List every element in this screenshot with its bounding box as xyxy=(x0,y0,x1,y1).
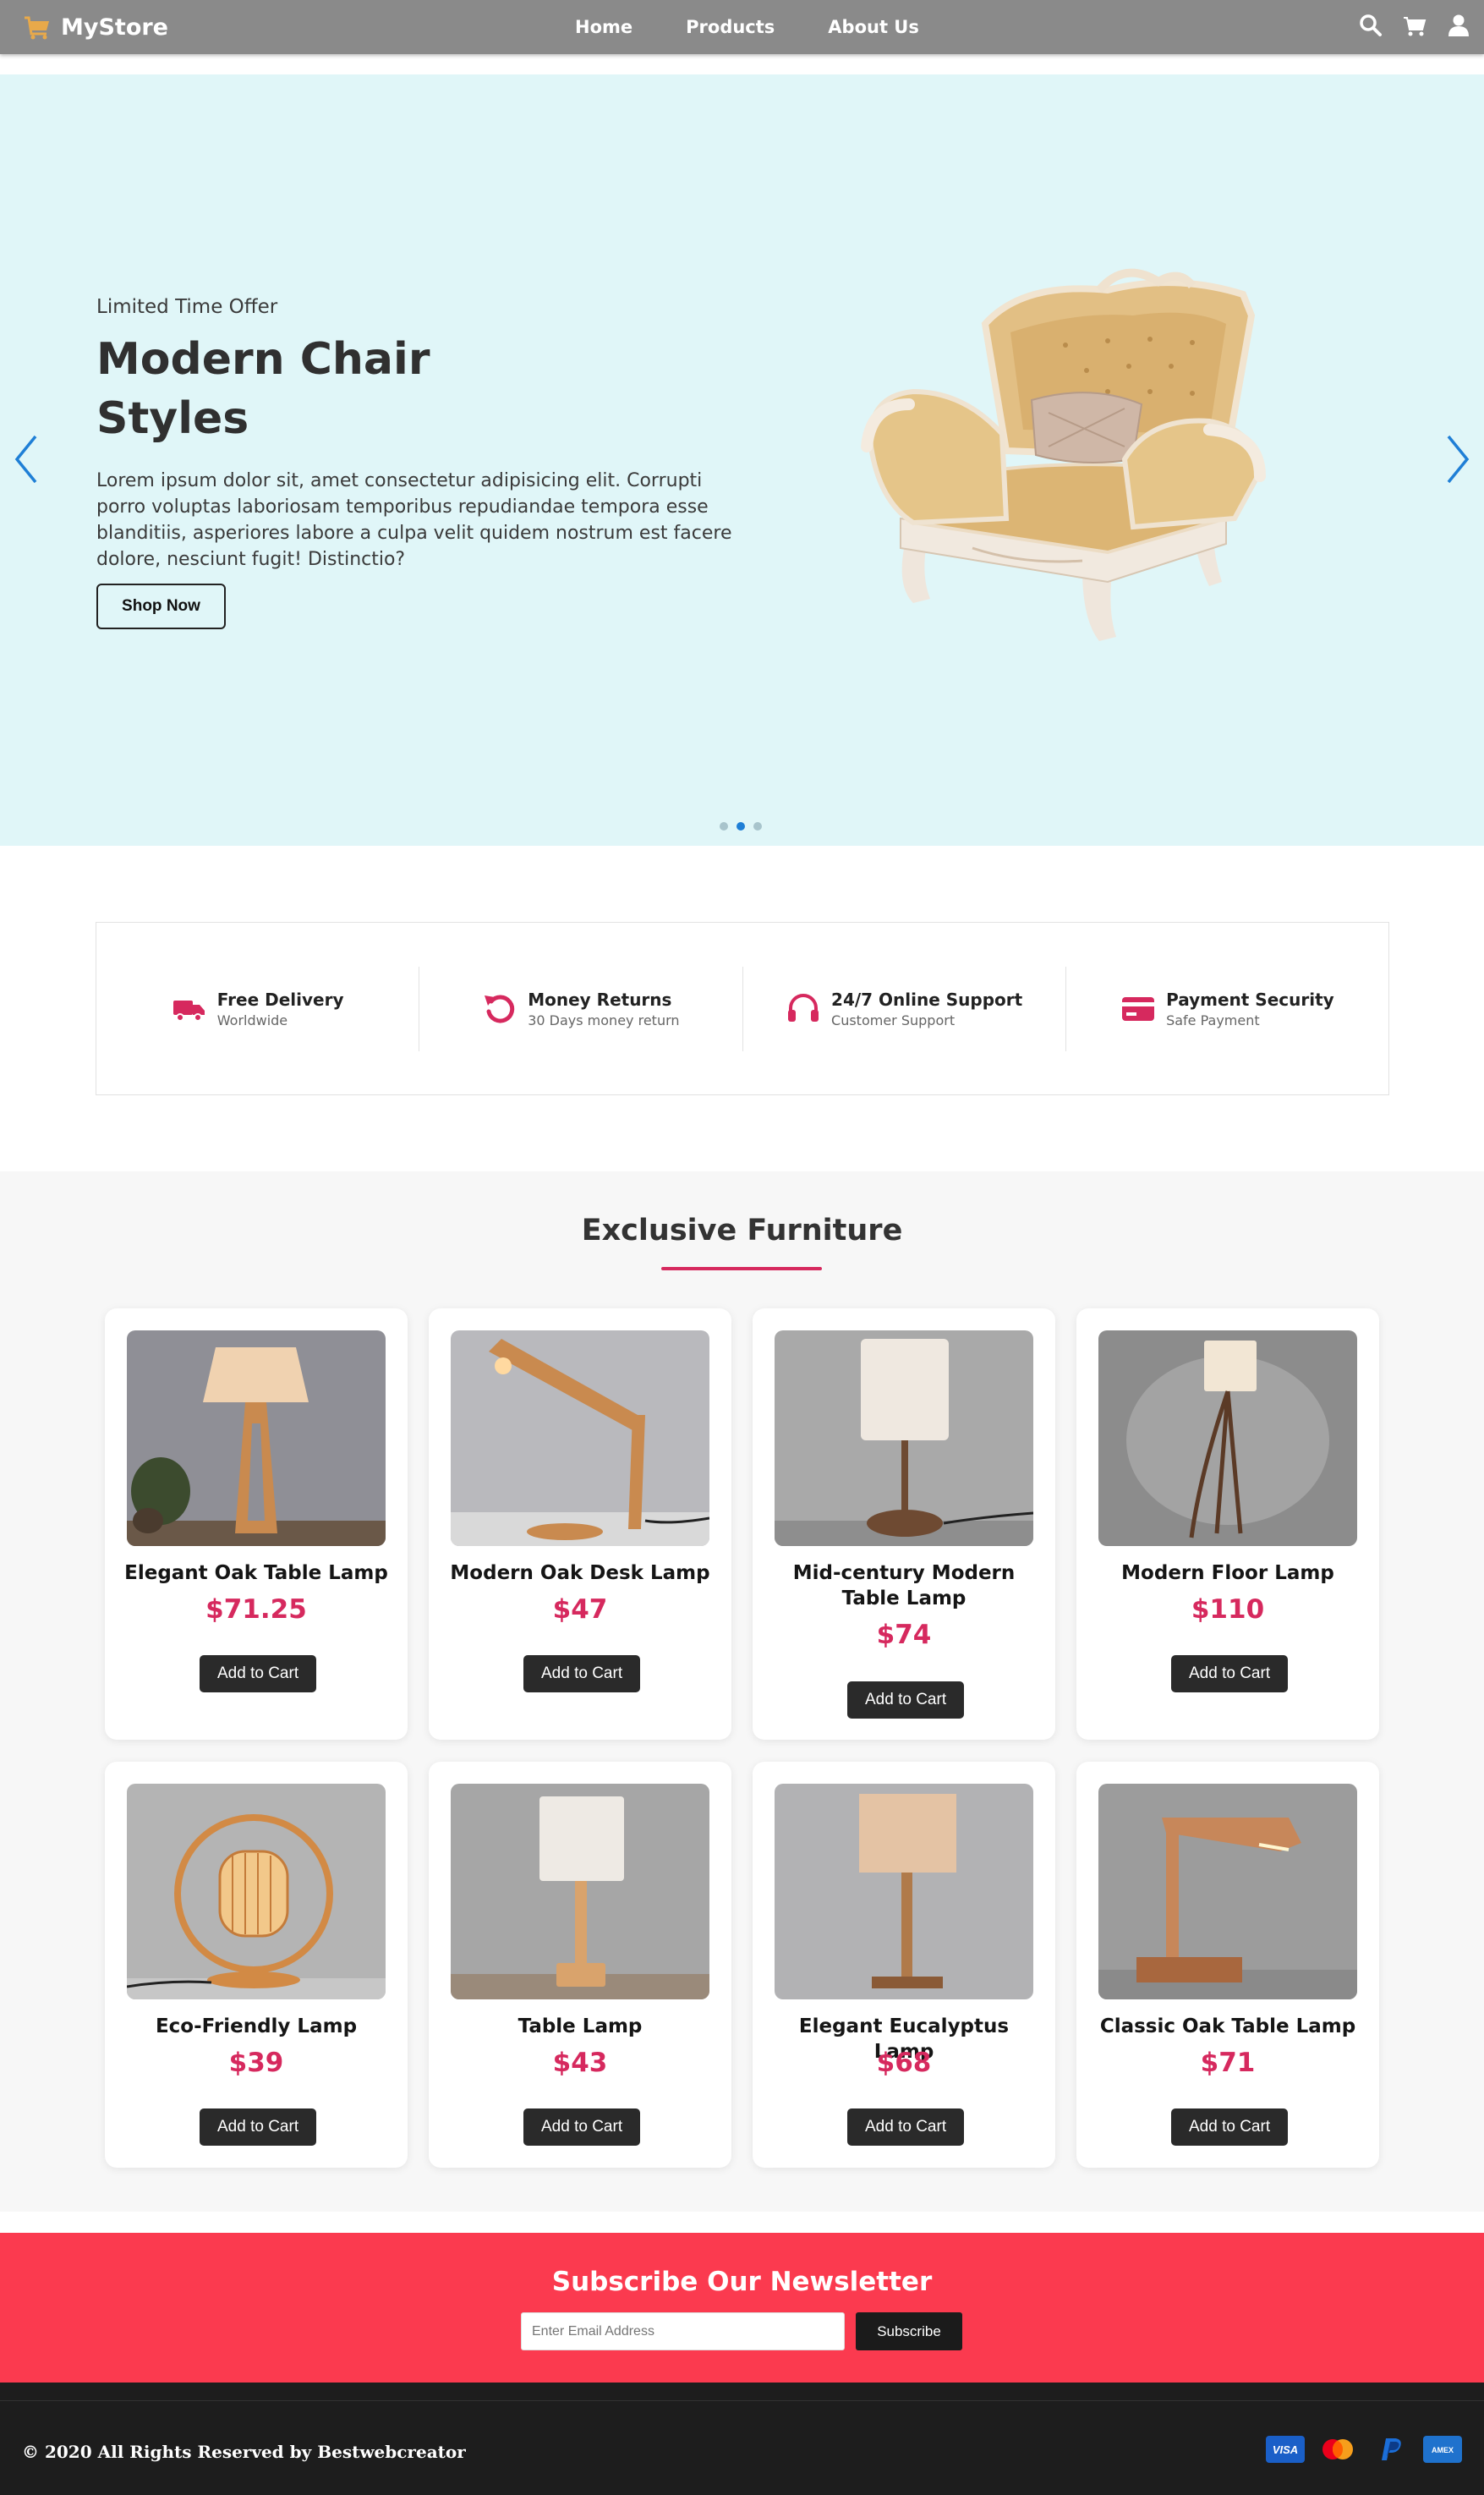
feature-money-returns: Money Returns 30 Days money return xyxy=(419,966,743,1051)
product-price: $110 xyxy=(1191,1594,1265,1625)
truck-icon xyxy=(172,1000,205,1022)
carousel-dot[interactable] xyxy=(753,822,762,831)
product-name[interactable]: Modern Floor Lamp xyxy=(1093,1560,1362,1586)
nav-menu: Home Products About Us xyxy=(575,0,972,54)
nav-link-home[interactable]: Home xyxy=(575,17,632,37)
product-image[interactable] xyxy=(127,1784,386,1999)
add-to-cart-button[interactable]: Add to Cart xyxy=(1171,1655,1289,1692)
add-to-cart-button[interactable]: Add to Cart xyxy=(847,2108,965,2146)
product-image[interactable] xyxy=(775,1784,1033,1999)
section-underline xyxy=(661,1267,822,1270)
nav-link-products[interactable]: Products xyxy=(686,17,775,37)
product-price: $39 xyxy=(228,2048,284,2078)
product-image[interactable] xyxy=(451,1784,709,1999)
chair-image xyxy=(854,265,1294,662)
subscribe-button[interactable]: Subscribe xyxy=(856,2312,962,2350)
product-card: Elegant Oak Table Lamp $71.25 Add to Car… xyxy=(105,1308,408,1740)
feature-subtitle: Worldwide xyxy=(216,1012,288,1028)
hero-title: Modern Chair Styles xyxy=(96,334,430,444)
product-card: Table Lamp $43 Add to Cart xyxy=(429,1762,731,2168)
copyright-text: © 2020 All Rights Reserved by Bestwebcre… xyxy=(22,2442,466,2462)
feature-title: Payment Security xyxy=(1166,989,1334,1010)
return-icon xyxy=(485,995,515,1023)
newsletter-title: Subscribe Our Newsletter xyxy=(551,2267,933,2297)
product-name[interactable]: Mid-century Modern Table Lamp xyxy=(769,1560,1038,1611)
feature-payment-security: Payment Security Safe Payment xyxy=(1066,967,1388,1051)
carousel-dot-active[interactable] xyxy=(737,822,745,831)
product-price: $71 xyxy=(1200,2048,1256,2078)
add-to-cart-button[interactable]: Add to Cart xyxy=(200,2108,317,2146)
product-image[interactable] xyxy=(1098,1784,1357,1999)
feature-subtitle: Safe Payment xyxy=(1166,1012,1260,1028)
feature-subtitle: Customer Support xyxy=(831,1012,956,1028)
shop-now-button[interactable]: Shop Now xyxy=(96,584,226,629)
add-to-cart-button[interactable]: Add to Cart xyxy=(200,1655,317,1692)
features-bar: Free Delivery Worldwide Money Returns 30… xyxy=(96,922,1389,1095)
search-icon[interactable] xyxy=(1357,12,1384,39)
feature-online-support: 24/7 Online Support Customer Support xyxy=(743,966,1066,1051)
product-card: Classic Oak Table Lamp $71 Add to Cart xyxy=(1076,1762,1379,2168)
feature-title: Money Returns xyxy=(528,989,672,1010)
cart-icon[interactable] xyxy=(1401,12,1428,39)
product-image[interactable] xyxy=(127,1330,386,1546)
product-card: Mid-century Modern Table Lamp $74 Add to… xyxy=(753,1308,1055,1740)
product-name[interactable]: Classic Oak Table Lamp xyxy=(1093,2014,1362,2039)
mastercard-icon xyxy=(1318,2436,1357,2463)
carousel-dot[interactable] xyxy=(720,822,728,831)
hero-description: Lorem ipsum dolor sit, amet consectetur … xyxy=(96,470,732,570)
paypal-icon xyxy=(1371,2436,1410,2463)
amex-text: AMEX xyxy=(1432,2446,1454,2454)
basket-icon xyxy=(22,12,52,42)
section-title: Exclusive Furniture xyxy=(581,1214,903,1248)
add-to-cart-button[interactable]: Add to Cart xyxy=(523,2108,641,2146)
product-name[interactable]: Table Lamp xyxy=(446,2014,715,2039)
visa-icon: VISA xyxy=(1266,2436,1305,2463)
email-input[interactable] xyxy=(521,2312,845,2350)
headset-icon xyxy=(788,993,819,1022)
add-to-cart-button[interactable]: Add to Cart xyxy=(847,1681,965,1719)
product-price: $68 xyxy=(876,2048,932,2078)
user-icon[interactable] xyxy=(1445,12,1472,39)
nav-icons xyxy=(1357,12,1472,39)
add-to-cart-button[interactable]: Add to Cart xyxy=(523,1655,641,1692)
product-price: $47 xyxy=(552,1594,608,1625)
product-image[interactable] xyxy=(451,1330,709,1546)
product-price: $43 xyxy=(552,2048,608,2078)
carousel-indicators xyxy=(720,822,762,831)
product-image[interactable] xyxy=(1098,1330,1357,1546)
hero-carousel: Limited Time Offer Modern Chair Styles L… xyxy=(0,74,1484,846)
product-card: Eco-Friendly Lamp $39 Add to Cart xyxy=(105,1762,408,2168)
product-name[interactable]: Elegant Oak Table Lamp xyxy=(122,1560,391,1586)
brand-logo[interactable]: MyStore xyxy=(22,12,168,42)
payment-icons: VISA AMEX xyxy=(1266,2436,1462,2463)
add-to-cart-button[interactable]: Add to Cart xyxy=(1171,2108,1289,2146)
product-price: $71.25 xyxy=(205,1594,307,1625)
footer-divider xyxy=(0,2400,1484,2401)
product-card: Modern Oak Desk Lamp $47 Add to Cart xyxy=(429,1308,731,1740)
visa-text: VISA xyxy=(1273,2443,1298,2456)
footer: © 2020 All Rights Reserved by Bestwebcre… xyxy=(0,2383,1484,2495)
amex-icon: AMEX xyxy=(1423,2436,1462,2463)
carousel-prev-arrow[interactable] xyxy=(10,430,44,489)
feature-title: Free Delivery xyxy=(216,989,344,1010)
product-image[interactable] xyxy=(775,1330,1033,1546)
product-name[interactable]: Modern Oak Desk Lamp xyxy=(446,1560,715,1586)
feature-subtitle: 30 Days money return xyxy=(528,1012,680,1028)
carousel-next-arrow[interactable] xyxy=(1440,430,1474,489)
products-section: Exclusive Furniture Elegant Oak Table La… xyxy=(0,1171,1484,2212)
hero-kicker: Limited Time Offer xyxy=(96,296,278,318)
feature-free-delivery: Free Delivery Worldwide xyxy=(96,966,420,1051)
product-card: Modern Floor Lamp $110 Add to Cart xyxy=(1076,1308,1379,1740)
credit-card-icon xyxy=(1122,996,1155,1021)
nav-link-about[interactable]: About Us xyxy=(828,17,919,37)
top-navbar: MyStore Home Products About Us xyxy=(0,0,1484,54)
brand-name: MyStore xyxy=(61,14,168,41)
product-card: Elegant Eucalyptus Lamp $68 Add to Cart xyxy=(753,1762,1055,2168)
product-name[interactable]: Eco-Friendly Lamp xyxy=(122,2014,391,2039)
newsletter-section: Subscribe Our Newsletter Subscribe xyxy=(0,2233,1484,2383)
product-price: $74 xyxy=(876,1620,932,1650)
feature-title: 24/7 Online Support xyxy=(831,989,1023,1010)
